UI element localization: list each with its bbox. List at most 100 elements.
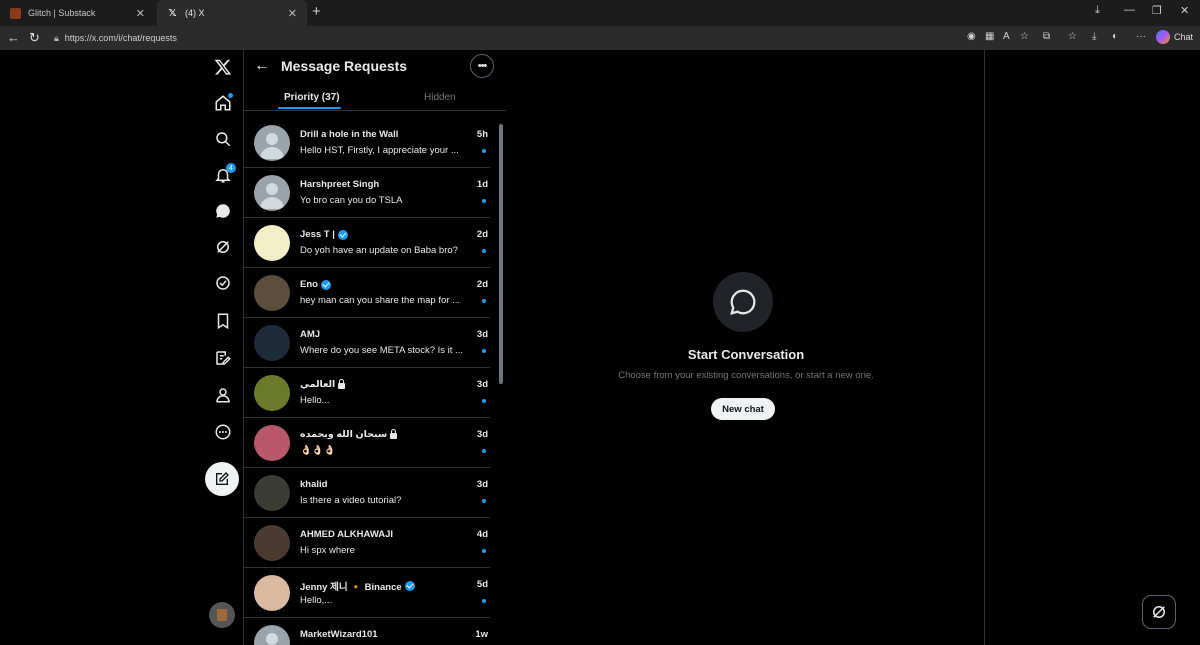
message-preview: Is there a video tutorial? [300,495,402,506]
sender-name: Jess T | [300,229,348,240]
tab-title: (4) X [185,8,205,18]
grok-floating-button[interactable] [1142,595,1176,629]
profile-icon[interactable] [210,382,236,408]
sender-name: Jenny 제니 🔸 Binance [300,579,415,593]
search-icon[interactable] [210,126,236,152]
chat-icon[interactable] [210,198,236,224]
page-title: Message Requests [281,58,408,74]
read-aloud-icon[interactable]: A [1003,31,1010,42]
conversation-row[interactable]: العالمي Hello... 3d [244,368,490,418]
favorite-icon[interactable]: ☆ [1020,31,1029,42]
extensions-icon[interactable]: ⧉ [1043,31,1050,42]
downloads-icon[interactable]: ⤓ [1092,31,1096,42]
conversation-row[interactable]: AHMED ALKHAWAJI Hi spx where 4d [244,518,490,568]
avatar[interactable] [254,525,290,561]
sender-name: العالمي [300,378,346,390]
conversation-row[interactable]: AMJ Where do you see META stock? Is it ..… [244,318,490,368]
avatar[interactable] [254,425,290,461]
address-bar[interactable]: 🔒︎ https://x.com/i/chat/requests [46,29,926,47]
x-logo-icon[interactable] [210,54,236,80]
avatar[interactable] [254,125,290,161]
copilot-chat-button[interactable]: Chat [1156,30,1193,44]
conversation-row[interactable]: Eno hey man can you share the map for ...… [244,268,490,318]
request-tabs: Priority (37) Hidden [244,88,506,111]
timestamp: 2d [476,279,488,290]
x-logo-icon: 𝕏 [168,7,177,19]
empty-state-heading: Start Conversation [687,347,805,362]
message-preview: Hello HST, Firstly, I appreciate your ..… [300,145,459,156]
restore-icon[interactable]: ❐ [1152,4,1162,17]
bell-icon[interactable]: 4 [210,162,236,188]
compose-button[interactable] [205,462,239,496]
profile-avatar-icon[interactable]: ◐ [1112,31,1118,42]
avatar[interactable] [254,625,290,645]
conversation-row[interactable]: Harshpreet Singh Yo bro can you do TSLA 1d [244,168,490,218]
avatar[interactable] [254,375,290,411]
conversation-row[interactable]: Jenny 제니 🔸 Binance Hello,... 5d [244,568,490,618]
url-text: https://x.com/i/chat/requests [64,33,177,43]
protected-lock-icon [338,378,346,389]
minimize-icon[interactable]: — [1124,4,1135,16]
note-icon[interactable] [210,345,236,371]
avatar[interactable] [254,175,290,211]
back-icon[interactable]: ← [7,30,20,45]
sender-name: Harshpreet Singh [300,179,380,190]
new-chat-button[interactable]: New chat [711,398,775,420]
grok-icon[interactable] [210,234,236,260]
copilot-icon [1156,30,1170,44]
conversation-list: Drill a hole in the Wall Hello HST, First… [244,118,490,645]
divider [984,50,985,645]
site-info-icon[interactable]: 🔒︎ [54,33,59,44]
verified-orgs-icon[interactable] [210,270,236,296]
unread-dot [228,93,233,98]
tab-priority[interactable]: Priority (37) [284,92,340,103]
close-tab-icon[interactable]: ✕ [136,7,145,20]
conversation-row[interactable]: Jess T | Do yoh have an update on Baba br… [244,218,490,268]
downloads-icon[interactable]: ⤓ [1095,4,1100,17]
message-requests-panel: ← Message Requests ••• Priority (37) Hid… [244,50,506,645]
location-icon[interactable]: ◉ [967,31,976,42]
home-icon[interactable] [210,90,236,116]
reload-icon[interactable]: ↻ [29,30,40,46]
close-tab-icon[interactable]: ✕ [288,7,297,20]
avatar[interactable] [254,275,290,311]
tab-hidden[interactable]: Hidden [424,92,456,103]
substack-icon [10,7,21,19]
menu-icon[interactable]: ··· [1136,31,1146,42]
unread-dot [482,199,486,203]
page-scrollbar[interactable] [1190,50,1198,645]
timestamp: 5d [476,579,488,590]
avatar[interactable] [254,575,290,611]
verified-badge-icon [404,581,415,591]
more-options-button[interactable]: ••• [470,54,494,78]
more-icon[interactable] [210,419,236,445]
tab-title: Glitch | Substack [28,8,96,18]
timestamp: 4d [476,529,488,540]
chat-label: Chat [1174,32,1194,42]
browser-tab-x[interactable]: 𝕏 (4) X ✕ [157,0,307,26]
conversation-row[interactable]: MarketWizard101 1w [244,618,490,645]
browser-toolbar: ← ↻ 🔒︎ https://x.com/i/chat/requests ◉ ▦… [0,26,1200,50]
account-avatar[interactable] [209,602,235,628]
avatar[interactable] [254,475,290,511]
verified-badge-icon [320,279,331,290]
list-scrollbar[interactable] [499,124,503,384]
conversation-row[interactable]: سبحان الله وبحمده 👌🏻👌🏻👌🏻 3d [244,418,490,468]
collections-icon[interactable]: ☆ [1068,31,1077,42]
sender-name: AMJ [300,329,321,340]
conversation-row[interactable]: Drill a hole in the Wall Hello HST, First… [244,118,490,168]
close-window-icon[interactable]: ✕ [1180,4,1189,17]
avatar[interactable] [254,325,290,361]
browser-tab-substack[interactable]: Glitch | Substack ✕ [0,0,155,26]
bookmark-icon[interactable] [210,308,236,334]
sender-name: MarketWizard101 [300,629,378,640]
message-preview: Hello... [300,395,330,406]
message-preview: Yo bro can you do TSLA [300,195,403,206]
apps-icon[interactable]: ▦ [985,31,994,42]
avatar[interactable] [254,225,290,261]
back-arrow-icon[interactable]: ← [254,57,270,75]
new-tab-icon[interactable]: + [312,3,321,20]
conversation-row[interactable]: khalid Is there a video tutorial? 3d [244,468,490,518]
protected-lock-icon [390,428,398,439]
timestamp: 5h [476,129,488,140]
